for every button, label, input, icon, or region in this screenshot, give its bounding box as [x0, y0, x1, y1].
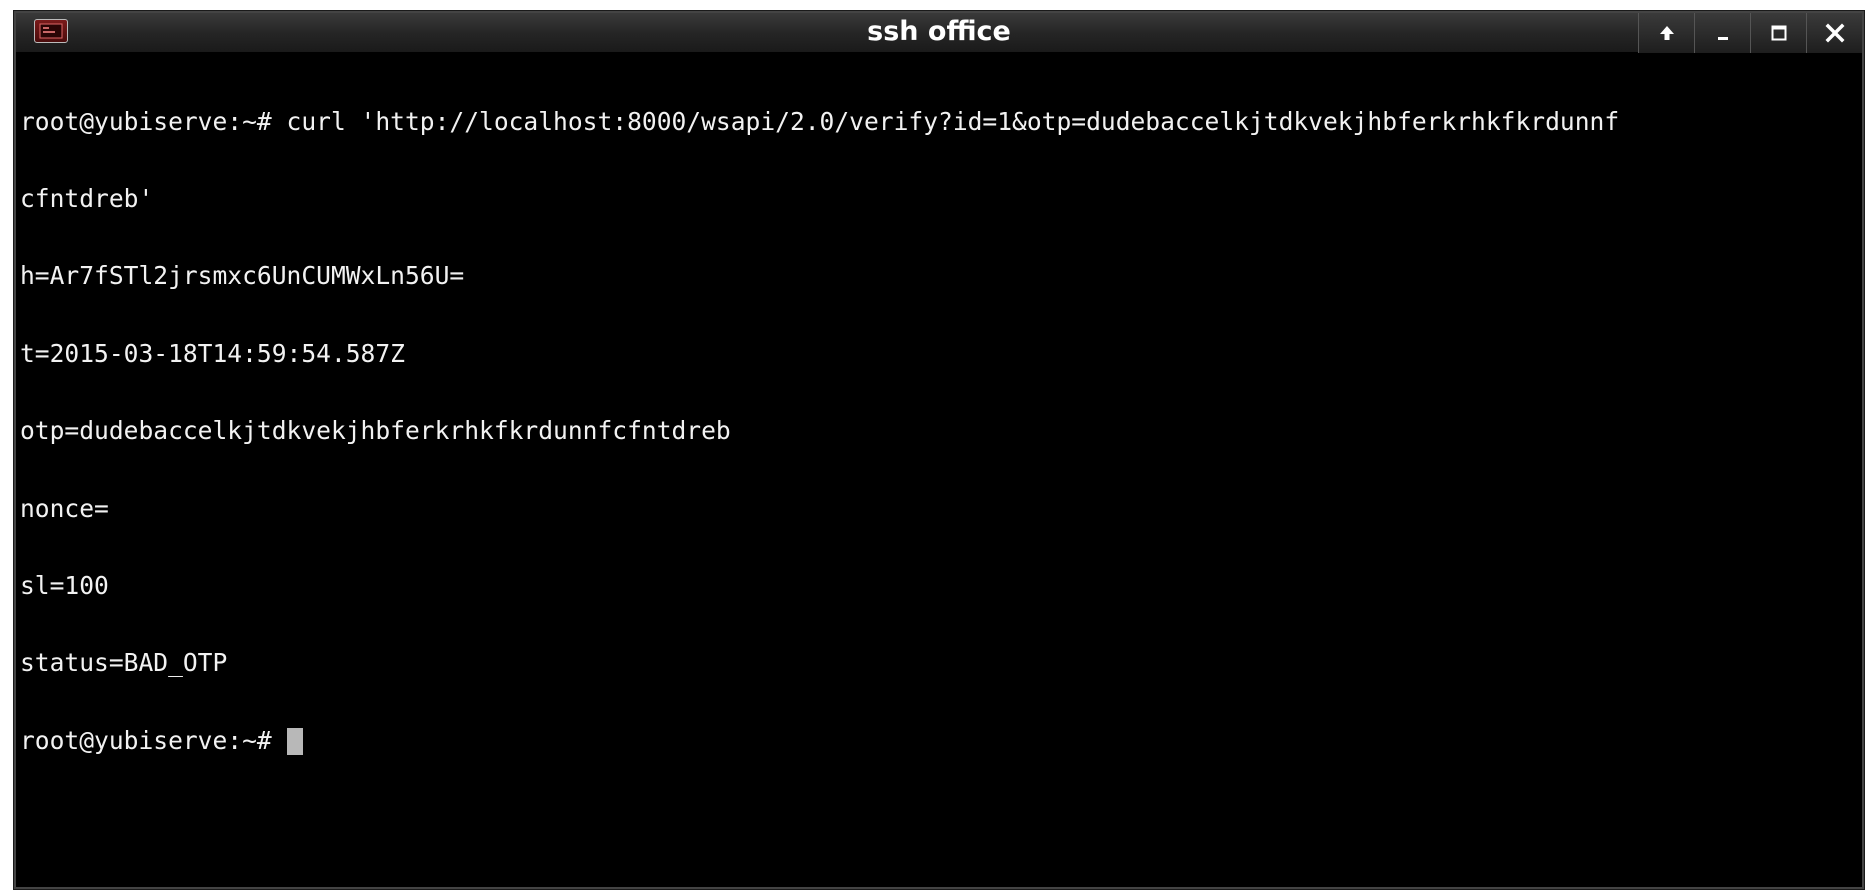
- terminal-line: t=2015-03-18T14:59:54.587Z: [20, 338, 405, 368]
- window-title: ssh office: [867, 16, 1011, 47]
- minimize-button[interactable]: [1694, 13, 1750, 53]
- maximize-button[interactable]: [1750, 13, 1806, 53]
- terminal-line: sl=100: [20, 570, 109, 600]
- terminal-line: nonce=: [20, 493, 109, 523]
- minimize-icon: [1717, 37, 1728, 40]
- terminal-line: root@yubiserve:~# curl 'http://localhost…: [20, 106, 1620, 136]
- shell-prompt: root@yubiserve:~#: [20, 725, 287, 755]
- maximize-icon: [1771, 25, 1786, 41]
- close-button[interactable]: [1806, 13, 1862, 53]
- terminal-window: ssh office root@yubiserve:~# curl 'http:…: [14, 11, 1864, 889]
- terminal-line: otp=dudebaccelkjtdkvekjhbferkrhkfkrdunnf…: [20, 416, 731, 446]
- terminal-line: status=BAD_OTP: [20, 648, 228, 678]
- window-controls: [1638, 13, 1862, 53]
- arrow-up-icon: [1659, 26, 1674, 40]
- text-cursor: [286, 727, 303, 755]
- terminal-output[interactable]: root@yubiserve:~# curl 'http://localhost…: [20, 57, 1850, 877]
- prompt-line[interactable]: root@yubiserve:~#: [20, 725, 1850, 755]
- title-bar[interactable]: ssh office: [16, 13, 1862, 53]
- terminal-line: cfntdreb': [20, 183, 154, 213]
- close-icon: [1825, 23, 1844, 43]
- shade-up-button[interactable]: [1638, 13, 1694, 53]
- terminal-line: h=Ar7fSTl2jrsmxc6UnCUMWxLn56U=: [20, 261, 465, 291]
